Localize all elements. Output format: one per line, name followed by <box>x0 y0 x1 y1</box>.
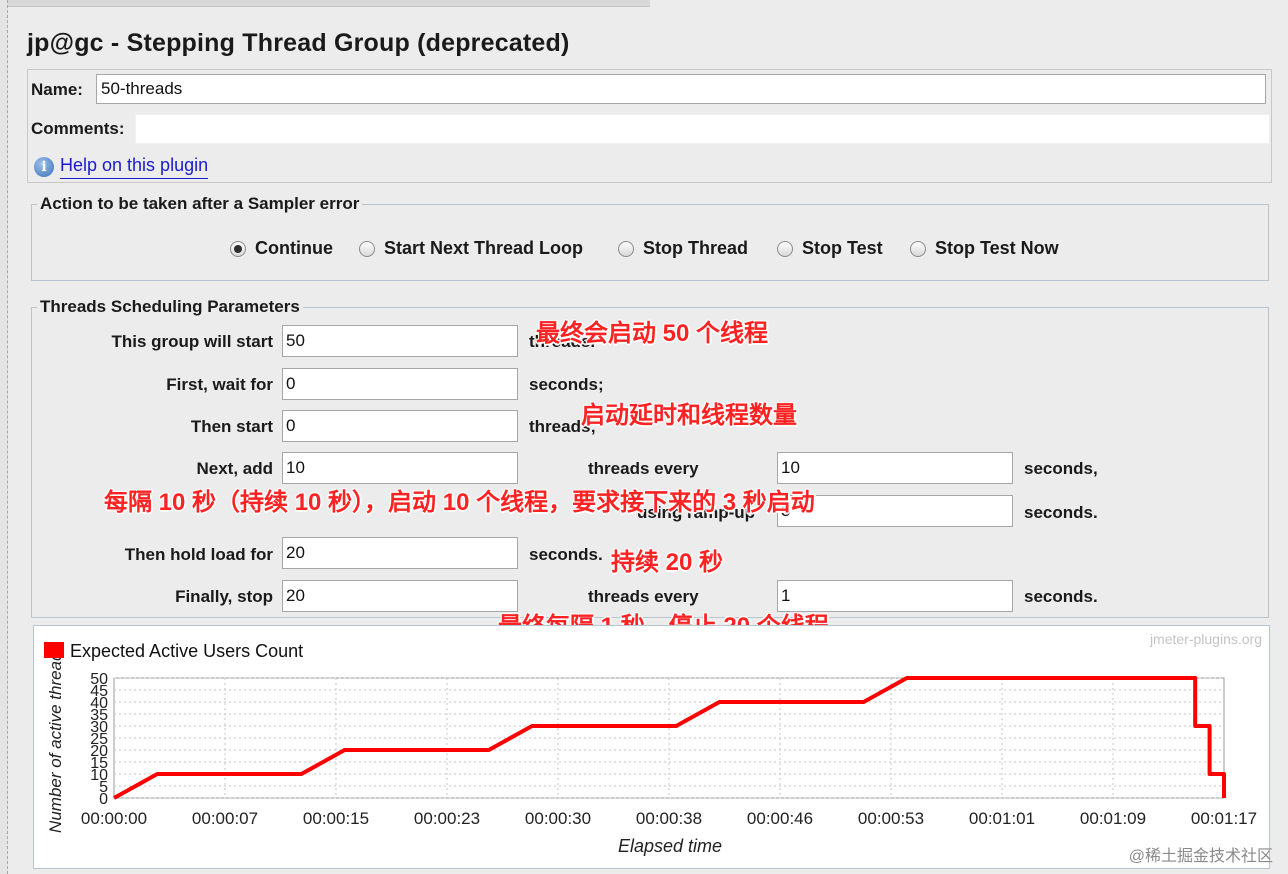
x-tick-label: 00:01:17 <box>1191 809 1257 828</box>
scheduling-title: Threads Scheduling Parameters <box>37 297 303 317</box>
tree-splitter[interactable] <box>0 0 8 874</box>
next-add-mid: threads every <box>588 459 699 478</box>
next-add-label: Next, add <box>196 459 273 478</box>
radio-icon <box>359 240 375 257</box>
radio-selected-icon <box>230 240 246 257</box>
stop-threads-input[interactable]: 20 <box>282 580 518 612</box>
x-tick-label: 00:00:53 <box>858 809 924 828</box>
x-tick-label: 00:01:01 <box>969 809 1035 828</box>
x-axis-title: Elapsed time <box>618 836 722 856</box>
chart-panel: 0 5 10 15 20 25 30 35 40 45 50 00:00:00 00:00:07 00:0… <box>33 625 1270 869</box>
x-tick-label: 00:00:15 <box>303 809 369 828</box>
x-tick-label: 00:00:07 <box>192 809 258 828</box>
radio-icon <box>777 240 793 257</box>
page-title: jp@gc - Stepping Thread Group (deprecate… <box>27 29 570 57</box>
y-tick-label: 50 <box>90 671 108 688</box>
annotation-step: 每隔 10 秒（持续 10 秒），启动 10 个线程，要求接下来的 3 秒启动 <box>104 489 815 516</box>
next-add-every-input[interactable]: 10 <box>777 452 1013 484</box>
legend-label: Expected Active Users Count <box>70 641 303 661</box>
radio-continue[interactable]: Continue <box>230 238 333 259</box>
x-tick-label: 00:00:23 <box>414 809 480 828</box>
then-start-label: Then start <box>190 417 273 436</box>
start-label: This group will start <box>111 332 273 351</box>
start-threads-input[interactable]: 50 <box>282 325 518 357</box>
stop-mid: threads every <box>588 587 699 606</box>
annotation-delay: 启动延时和线程数量 <box>581 402 797 429</box>
x-tick-label: 00:00:00 <box>81 809 147 828</box>
hold-seconds-input[interactable]: 20 <box>282 537 518 569</box>
next-add-input[interactable]: 10 <box>282 452 518 484</box>
info-icon: i <box>34 157 54 177</box>
wait-suffix: seconds; <box>529 375 604 394</box>
name-input[interactable]: 50-threads <box>96 74 1266 104</box>
rampup-suffix: seconds. <box>1024 503 1098 522</box>
annotation-hold: 持续 20 秒 <box>611 549 724 576</box>
x-tick-label: 00:01:09 <box>1080 809 1146 828</box>
x-tick-label: 00:00:46 <box>747 809 813 828</box>
radio-stop-test-now[interactable]: Stop Test Now <box>910 238 1059 259</box>
sampler-error-title: Action to be taken after a Sampler error <box>37 194 363 214</box>
comments-input[interactable] <box>135 114 1270 144</box>
help-link[interactable]: Help on this plugin <box>60 155 209 179</box>
legend-swatch <box>44 642 64 658</box>
wait-label: First, wait for <box>166 375 273 394</box>
next-add-suffix: seconds, <box>1024 459 1098 478</box>
y-axis-title: Number of active threads <box>46 643 65 833</box>
stop-label: Finally, stop <box>175 587 273 606</box>
then-start-input[interactable]: 0 <box>282 410 518 442</box>
name-label: Name: <box>31 80 83 99</box>
chart-watermark: jmeter-plugins.org <box>1149 631 1262 647</box>
x-tick-label: 00:00:38 <box>636 809 702 828</box>
hold-suffix: seconds. <box>529 545 603 564</box>
annotation-start: 最终会启动 50 个线程 <box>536 320 769 347</box>
x-tick-label: 00:00:30 <box>525 809 591 828</box>
radio-icon <box>618 240 634 257</box>
hold-label: Then hold load for <box>124 545 273 564</box>
top-strip <box>0 0 650 7</box>
stop-suffix: seconds. <box>1024 587 1098 606</box>
site-watermark: @稀土掘金技术社区 <box>1128 848 1273 865</box>
radio-stop-test[interactable]: Stop Test <box>777 238 883 259</box>
threads-chart: 0510152025303540455000:00:00 00:00:07 00:0… <box>44 631 1262 856</box>
radio-start-next-thread-loop[interactable]: Start Next Thread Loop <box>359 238 583 259</box>
comments-label: Comments: <box>31 119 125 138</box>
wait-seconds-input[interactable]: 0 <box>282 368 518 400</box>
radio-stop-thread[interactable]: Stop Thread <box>618 238 748 259</box>
radio-icon <box>910 240 926 257</box>
